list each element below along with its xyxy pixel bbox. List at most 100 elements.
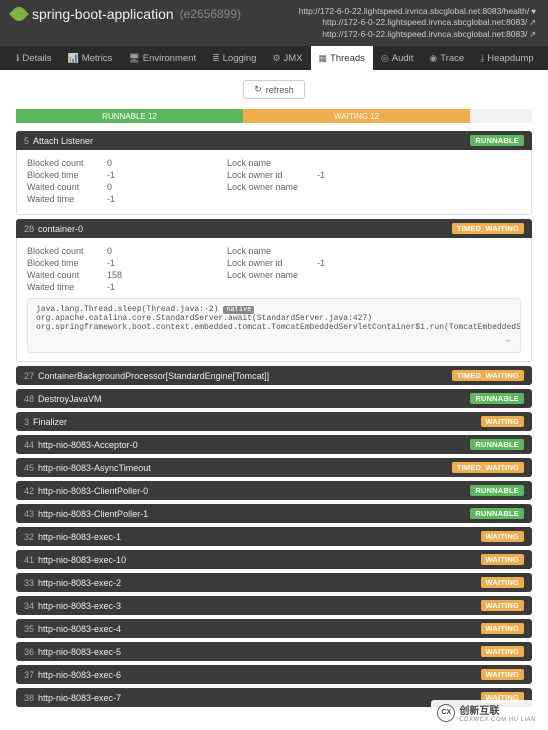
thread-header[interactable]: 35http-nio-8083-exec-4WAITING [16,619,532,638]
thread-state-badge: RUNNABLE [470,393,524,404]
thread-state-badge: RUNNABLE [470,135,524,146]
tab-trace[interactable]: ◉Trace [421,46,472,70]
thread-id: 28 [24,224,34,234]
thread-header[interactable]: 33 http-nio-8083-exec-2 WAITING [16,573,532,592]
thread-name: http-nio-8083-exec-3 [38,601,121,611]
thread-name: http-nio-8083-exec-6 [38,670,121,680]
thread-id: 35 [24,624,34,634]
tab-icon: ⤓ [480,53,484,64]
tab-logging[interactable]: ≣Logging [204,46,264,70]
chevron-down-icon[interactable]: ⌄ [36,334,512,346]
thread-state-badge: WAITING [481,600,524,611]
thread-name: http-nio-8083-exec-5 [38,647,121,657]
tab-icon: 🖥 [128,53,139,64]
thread-name: container-0 [38,224,83,234]
spring-leaf-icon [9,4,29,24]
status-segment[interactable]: RUNNABLE 12 [16,109,243,123]
thread-panel: 42http-nio-8083-ClientPoller-0RUNNABLE [16,481,532,500]
thread-header[interactable]: 36http-nio-8083-exec-5WAITING [16,642,532,661]
thread-header[interactable]: 48DestroyJavaVMRUNNABLE [16,389,532,408]
tab-icon: ⚙ [272,53,280,64]
thread-name: http-nio-8083-ClientPoller-1 [38,509,148,519]
thread-id: 3 [24,417,29,427]
thread-panel: 36http-nio-8083-exec-5WAITING [16,642,532,661]
thread-id: 32 [24,532,34,542]
thread-name: Attach Listener [33,136,93,146]
header-url[interactable]: http://172-6-0-22.lightspeed.irvnca.sbcg… [299,6,536,17]
thread-panel: 43 http-nio-8083-ClientPoller-1 RUNNABLE [16,504,532,523]
thread-state-badge: TIMED_WAITING [452,370,524,381]
tab-jmx[interactable]: ⚙JMX [264,46,310,70]
app-hash: (e2656899) [180,7,241,21]
thread-state-badge: TIMED_WAITING [452,223,524,234]
status-segment[interactable]: WAITING 12 [243,109,470,123]
tab-details[interactable]: ℹDetails [8,46,59,70]
tab-metrics[interactable]: 📊Metrics [59,46,120,70]
tab-icon: ≣ [212,53,220,64]
thread-id: 44 [24,440,34,450]
thread-header[interactable]: 34 http-nio-8083-exec-3 WAITING [16,596,532,615]
watermark: CX 创新互联 CDXWCX.COM HU LIAN [431,700,542,725]
app-title: spring-boot-application (e2656899) [12,6,241,22]
thread-panel: 27ContainerBackgroundProcessor[StandardE… [16,366,532,385]
thread-header[interactable]: 42http-nio-8083-ClientPoller-0RUNNABLE [16,481,532,500]
thread-header[interactable]: 41http-nio-8083-exec-10WAITING [16,550,532,569]
tab-icon: ◎ [381,53,389,64]
thread-id: 5 [24,136,29,146]
thread-header[interactable]: 44http-nio-8083-Acceptor-0RUNNABLE [16,435,532,454]
tab-icon: ℹ [16,53,19,64]
refresh-label: refresh [266,85,294,95]
watermark-logo-icon: CX [437,704,455,722]
thread-panel: 33 http-nio-8083-exec-2 WAITING [16,573,532,592]
thread-header[interactable]: 27ContainerBackgroundProcessor[StandardE… [16,366,532,385]
thread-id: 33 [24,578,34,588]
thread-id: 34 [24,601,34,611]
thread-id: 27 [24,371,34,381]
tab-threads[interactable]: ▦Threads [311,46,373,70]
thread-id: 42 [24,486,34,496]
thread-id: 45 [24,463,34,473]
status-segment[interactable] [470,109,532,123]
thread-name: http-nio-8083-AsyncTimeout [38,463,151,473]
thread-id: 43 [24,509,34,519]
thread-panel: 45http-nio-8083-AsyncTimeoutTIMED_WAITIN… [16,458,532,477]
thread-state-badge: WAITING [481,669,524,680]
tab-icon: ▦ [319,53,328,64]
watermark-sub: CDXWCX.COM HU LIAN [459,717,536,723]
thread-header[interactable]: 43 http-nio-8083-ClientPoller-1 RUNNABLE [16,504,532,523]
thread-panel: 37http-nio-8083-exec-6WAITING [16,665,532,684]
thread-header[interactable]: 37http-nio-8083-exec-6WAITING [16,665,532,684]
thread-state-badge: WAITING [481,531,524,542]
thread-panel: 48DestroyJavaVMRUNNABLE [16,389,532,408]
app-name: spring-boot-application [32,6,174,22]
thread-name: Finalizer [33,417,67,427]
thread-header[interactable]: 28 container-0 TIMED_WAITING [16,219,532,238]
thread-panel: 44http-nio-8083-Acceptor-0RUNNABLE [16,435,532,454]
thread-state-badge: WAITING [481,554,524,565]
thread-name: http-nio-8083-exec-2 [38,578,121,588]
thread-state-badge: WAITING [481,577,524,588]
thread-id: 38 [24,693,34,703]
app-header: spring-boot-application (e2656899) http:… [0,0,548,46]
thread-panel: 41http-nio-8083-exec-10WAITING [16,550,532,569]
tab-audit[interactable]: ◎Audit [373,46,422,70]
status-bar: RUNNABLE 12WAITING 12 [16,109,532,123]
thread-panel: 28container-0TIMED_WAITINGBlocked count0… [16,219,532,362]
thread-name: http-nio-8083-exec-4 [38,624,121,634]
thread-header[interactable]: 45http-nio-8083-AsyncTimeoutTIMED_WAITIN… [16,458,532,477]
header-url[interactable]: http://172-6-0-22.lightspeed.irvnca.sbcg… [299,17,536,28]
thread-header[interactable]: 32http-nio-8083-exec-1WAITING [16,527,532,546]
thread-id: 48 [24,394,34,404]
refresh-button[interactable]: ↻ refresh [243,80,305,99]
tab-environment[interactable]: 🖥Environment [120,46,204,70]
tab-heapdump[interactable]: ⤓Heapdump [472,46,541,70]
header-url[interactable]: http://172-6-0-22.lightspeed.irvnca.sbcg… [299,29,536,40]
thread-header[interactable]: 3FinalizerWAITING [16,412,532,431]
thread-panel: 34 http-nio-8083-exec-3 WAITING [16,596,532,615]
thread-header[interactable]: 5 Attach Listener RUNNABLE [16,131,532,150]
thread-panel: 3FinalizerWAITING [16,412,532,431]
watermark-main: 创新互联 [459,702,536,717]
tab-icon: ◉ [429,53,437,64]
thread-panel: 5Attach ListenerRUNNABLEBlocked count0Lo… [16,131,532,215]
thread-state-badge: RUNNABLE [470,508,524,519]
